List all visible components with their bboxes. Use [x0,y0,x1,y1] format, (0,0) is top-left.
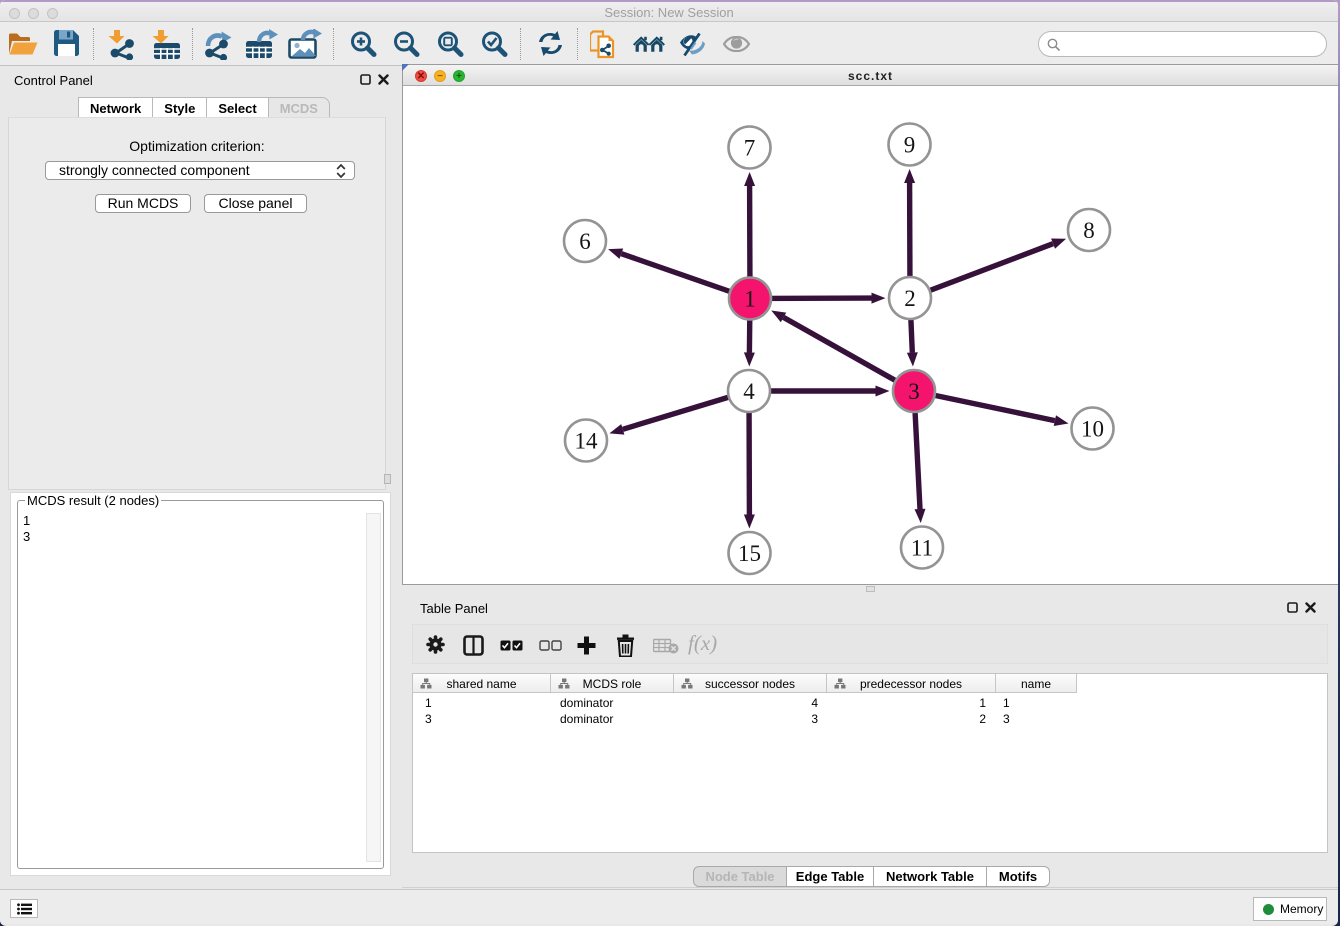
svg-text:15: 15 [738,541,761,566]
svg-text:7: 7 [744,135,756,160]
svg-text:1: 1 [744,286,756,311]
svg-text:3: 3 [908,379,920,404]
svg-text:4: 4 [743,379,755,404]
svg-text:9: 9 [904,132,916,157]
svg-text:8: 8 [1083,218,1095,243]
svg-text:2: 2 [904,286,916,311]
svg-text:6: 6 [579,229,591,254]
svg-text:10: 10 [1081,416,1104,441]
svg-text:14: 14 [575,428,599,453]
svg-text:11: 11 [911,535,933,560]
